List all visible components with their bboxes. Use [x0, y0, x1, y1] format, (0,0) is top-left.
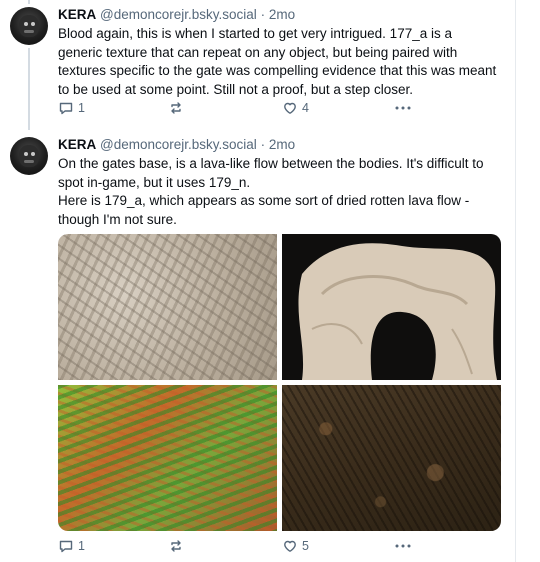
texture-image-dried-lava[interactable]	[282, 385, 501, 531]
post[interactable]: KERA @demoncorejr.bsky.social · 2mo On t…	[0, 130, 540, 562]
reply-icon	[58, 538, 74, 554]
repost-icon	[168, 100, 184, 116]
post[interactable]: KERA @demoncorejr.bsky.social · 2mo Bloo…	[0, 0, 540, 126]
image-grid	[58, 234, 501, 531]
more-icon	[394, 100, 412, 116]
like-count: 4	[302, 101, 309, 115]
more-options-button[interactable]	[394, 100, 412, 116]
repost-button[interactable]	[168, 100, 184, 116]
post-age[interactable]: 2mo	[269, 7, 295, 22]
post-header: KERA @demoncorejr.bsky.social · 2mo	[58, 6, 295, 24]
texture-image-normal-map[interactable]	[58, 385, 277, 531]
reply-button[interactable]: 1	[58, 538, 85, 554]
texture-image-pale-shape[interactable]	[282, 234, 501, 380]
like-button[interactable]: 4	[282, 100, 309, 116]
pale-shape-graphic	[298, 243, 497, 380]
reply-count: 1	[78, 101, 85, 115]
author-name[interactable]: KERA	[58, 7, 96, 22]
texture-image-pale-bones[interactable]	[58, 234, 277, 380]
repost-icon	[168, 538, 184, 554]
author-name[interactable]: KERA	[58, 137, 96, 152]
reply-icon	[58, 100, 74, 116]
post-header: KERA @demoncorejr.bsky.social · 2mo	[58, 136, 295, 154]
like-button[interactable]: 5	[282, 538, 309, 554]
reply-count: 1	[78, 539, 85, 553]
post-text: Blood again, this is when I started to g…	[58, 25, 498, 99]
like-count: 5	[302, 539, 309, 553]
post-actions: 1 5	[58, 538, 418, 558]
post-paragraph: On the gates base, is a lava-like flow b…	[58, 156, 484, 190]
more-icon	[394, 538, 412, 554]
avatar[interactable]	[10, 7, 48, 45]
reply-button[interactable]: 1	[58, 100, 85, 116]
more-options-button[interactable]	[394, 538, 412, 554]
post-paragraph: Here is 179_a, which appears as some sor…	[58, 193, 470, 227]
post-text: On the gates base, is a lava-like flow b…	[58, 155, 498, 229]
repost-button[interactable]	[168, 538, 184, 554]
avatar[interactable]	[10, 137, 48, 175]
like-icon	[282, 538, 298, 554]
like-icon	[282, 100, 298, 116]
separator: ·	[260, 7, 266, 22]
post-paragraph: Blood again, this is when I started to g…	[58, 26, 497, 97]
post-age[interactable]: 2mo	[269, 137, 295, 152]
post-actions: 1 4	[58, 100, 418, 120]
separator: ·	[260, 137, 266, 152]
author-handle[interactable]: @demoncorejr.bsky.social	[100, 7, 257, 22]
author-handle[interactable]: @demoncorejr.bsky.social	[100, 137, 257, 152]
